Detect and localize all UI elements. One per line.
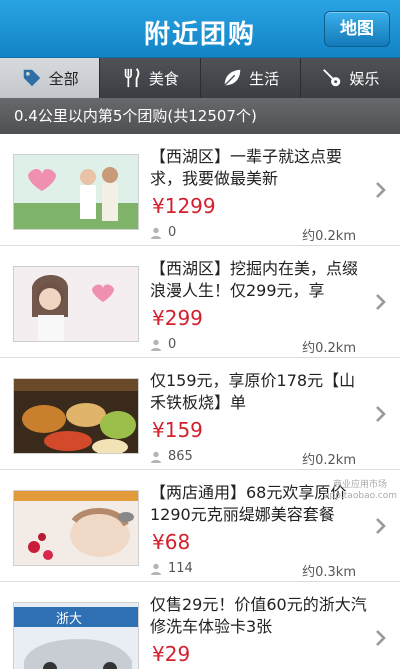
deal-price: ¥1299 — [152, 194, 216, 218]
watermark-line: app.taobao.com — [324, 491, 398, 501]
spa-photo — [13, 490, 139, 566]
chevron-right-icon — [376, 406, 386, 422]
tab-all[interactable]: 全部 — [0, 58, 101, 98]
portrait-photo — [13, 266, 139, 342]
deal-distance: 约0.2km — [302, 453, 356, 468]
top-bar: 附近团购 地图 — [0, 0, 400, 58]
deal-price: ¥299 — [152, 306, 203, 330]
buyer-count: 865 — [150, 449, 193, 464]
deal-title: 仅159元，享原价178元【山禾铁板烧】单 — [150, 371, 356, 412]
wedding-photo — [13, 154, 139, 230]
chevron-right-icon — [376, 182, 386, 198]
deal-list: 【西湖区】一辈子就这点要求，我要做最美新 ¥1299 0 约0.2km 【西湖区… — [0, 134, 400, 669]
guitar-icon — [323, 69, 341, 87]
deal-price: ¥159 — [152, 418, 203, 442]
map-button[interactable]: 地图 — [324, 11, 390, 47]
tab-food[interactable]: 美食 — [100, 58, 201, 98]
buyer-count-value: 114 — [168, 561, 193, 576]
tab-label: 全部 — [48, 69, 79, 88]
buyer-count: 114 — [150, 561, 193, 576]
buyer-count: 0 — [150, 337, 176, 352]
buyer-count: 0 — [150, 225, 176, 240]
tab-label: 娱乐 — [349, 69, 380, 88]
deal-price: ¥29 — [152, 642, 191, 666]
person-icon — [151, 563, 161, 575]
chevron-right-icon — [376, 294, 386, 310]
category-tabs: 全部 美食 生活 娱乐 — [0, 58, 400, 98]
person-icon — [151, 451, 161, 463]
deal-title: 【西湖区】挖掘内在美，点缀浪漫人生！仅299元，享 — [150, 259, 359, 300]
buyer-count-value: 0 — [168, 337, 177, 352]
leaf-icon — [224, 69, 241, 86]
deal-title: 【西湖区】一辈子就这点要求，我要做最美新 — [150, 147, 343, 188]
tab-label: 美食 — [148, 69, 179, 88]
svg-text:浙大: 浙大 — [56, 612, 82, 627]
watermark: 商业应用市场 app.taobao.com — [324, 480, 398, 502]
deal-title: 仅售29元！价值60元的浙大汽修洗车体验卡3张 — [150, 595, 367, 636]
list-item[interactable]: 浙大 仅售29元！价值60元的浙大汽修洗车体验卡3张 ¥29 — [0, 582, 400, 669]
list-item[interactable]: 【西湖区】一辈子就这点要求，我要做最美新 ¥1299 0 约0.2km — [0, 134, 400, 246]
buyer-count-value: 865 — [168, 449, 193, 464]
chevron-right-icon — [376, 630, 386, 646]
list-item[interactable]: 仅159元，享原价178元【山禾铁板烧】单 ¥159 865 约0.2km — [0, 358, 400, 470]
tab-entertainment[interactable]: 娱乐 — [301, 58, 400, 98]
result-summary: 0.4公里以内第5个团购(共12507个) — [0, 98, 400, 134]
chevron-right-icon — [376, 518, 386, 534]
tab-life[interactable]: 生活 — [201, 58, 301, 98]
watermark-line: 商业应用市场 — [332, 480, 387, 490]
deal-distance: 约0.3km — [302, 565, 356, 580]
fork-knife-icon — [124, 68, 140, 88]
tag-icon — [23, 69, 40, 87]
person-icon — [151, 227, 161, 239]
deal-distance: 约0.2km — [302, 229, 356, 244]
deal-price: ¥68 — [152, 530, 191, 554]
teppanyaki-photo — [13, 378, 139, 454]
list-item[interactable]: 【西湖区】挖掘内在美，点缀浪漫人生！仅299元，享 ¥299 0 约0.2km — [0, 246, 400, 358]
person-icon — [151, 339, 161, 351]
deal-distance: 约0.2km — [302, 341, 356, 356]
tab-label: 生活 — [249, 69, 280, 88]
car-wash-photo: 浙大 — [13, 602, 139, 669]
buyer-count-value: 0 — [168, 225, 177, 240]
